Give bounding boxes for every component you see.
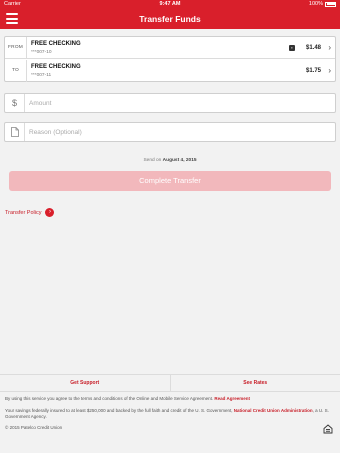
reason-input[interactable] (29, 125, 329, 139)
to-account-balance: $1.75 (305, 68, 321, 74)
battery-percent: 100% (308, 1, 323, 7)
to-account-number: ***007-11 (31, 73, 52, 78)
copyright: © 2015 Patelco Credit Union (5, 425, 63, 430)
dollar-icon: $ (5, 94, 25, 112)
battery-icon (325, 1, 336, 7)
agreement-notice: By using this service you agree to the t… (5, 396, 335, 401)
nav-bar: Transfer Funds (0, 9, 340, 29)
transfer-policy-link[interactable]: Transfer Policy › (5, 208, 55, 217)
get-support-link[interactable]: Get Support (0, 375, 171, 391)
chevron-right-icon: › (328, 66, 331, 75)
from-account-balance: $1.48 (305, 45, 321, 51)
account-selector: FROM FREE CHECKING ***007-10 ▪ $1.48 › T… (4, 36, 336, 82)
insurance-notice: Your savings federally insured to at lea… (5, 408, 335, 420)
amount-input[interactable] (29, 96, 329, 110)
page-title: Transfer Funds (139, 14, 201, 24)
send-on-label: Send on (143, 158, 162, 163)
footer-links: Get Support See Rates (0, 374, 340, 392)
status-bar: Carrier 9:47 AM 100% (0, 0, 340, 9)
amount-field: $ (4, 93, 336, 113)
chevron-right-icon: › (328, 43, 331, 52)
chevron-circle-icon: › (45, 208, 55, 217)
transfer-policy-label: Transfer Policy (5, 209, 42, 216)
from-account-row[interactable]: FROM FREE CHECKING ***007-10 ▪ $1.48 › (5, 37, 335, 59)
send-date-text: Send on August 4, 2015 (0, 158, 340, 163)
to-account-name: FREE CHECKING (31, 64, 81, 70)
battery-indicator: 100% (309, 1, 336, 7)
from-tag: FROM (5, 37, 27, 59)
send-on-date[interactable]: August 4, 2015 (163, 158, 197, 163)
complete-transfer-button[interactable]: Complete Transfer (9, 171, 331, 191)
to-tag: TO (5, 60, 27, 82)
status-time: 9:47 AM (159, 1, 181, 7)
account-badge-icon: ▪ (289, 45, 295, 51)
reason-field (4, 122, 336, 142)
agreement-text: By using this service you agree to the t… (5, 396, 214, 401)
document-icon (5, 123, 25, 141)
read-agreement-link[interactable]: Read Agreement (214, 396, 250, 401)
insurance-text: Your savings federally insured to at lea… (5, 408, 233, 413)
ncua-link[interactable]: National Credit Union Administration (234, 408, 313, 413)
see-rates-link[interactable]: See Rates (171, 375, 340, 391)
from-account-number: ***007-10 (31, 50, 52, 55)
to-account-row[interactable]: TO FREE CHECKING ***007-11 $1.75 › (5, 60, 335, 82)
equal-housing-lender-icon (323, 424, 333, 434)
from-account-name: FREE CHECKING (31, 41, 81, 47)
